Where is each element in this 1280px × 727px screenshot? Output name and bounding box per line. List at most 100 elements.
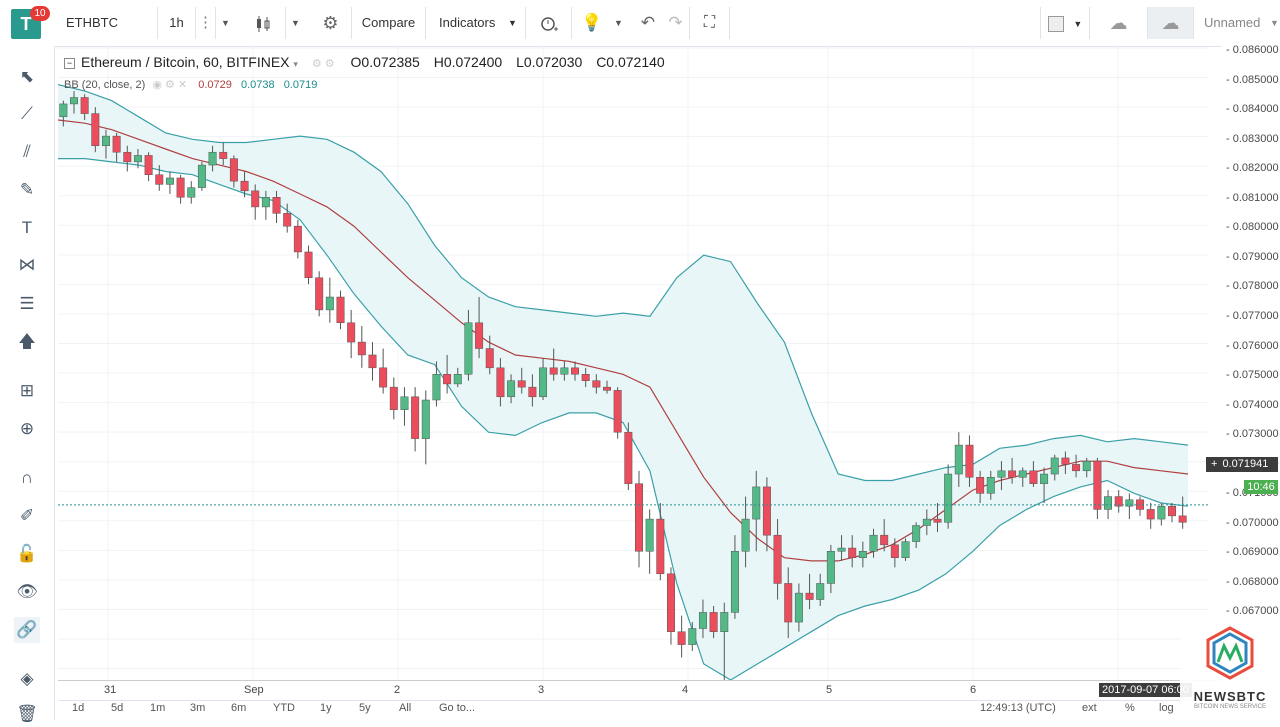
zoom-icon[interactable]: ⊕ <box>14 416 40 442</box>
magnet-icon[interactable]: ∩ <box>14 465 40 491</box>
candle-body <box>709 612 718 632</box>
range-1y[interactable]: 1y <box>320 702 332 714</box>
pencil-lock-icon[interactable]: ✐ <box>14 503 40 529</box>
measure-icon[interactable]: ⊞ <box>14 378 40 404</box>
price-tick: - 0.078000 <box>1226 280 1279 293</box>
range-1d[interactable]: 1d <box>72 702 84 714</box>
cloud-load-icon[interactable]: ☁ <box>1090 7 1148 39</box>
range-6m[interactable]: 6m <box>231 702 246 714</box>
price-tick: - 0.070000 <box>1226 516 1279 529</box>
range-1m[interactable]: 1m <box>150 702 165 714</box>
layout-name-chevron-icon: ▼ <box>1270 18 1279 28</box>
candle-body <box>773 534 782 584</box>
pitchfork-icon[interactable]: ⫽ <box>14 139 40 165</box>
bb-basis-value: 0.0729 <box>198 79 232 91</box>
layers-icon[interactable]: ◈ <box>14 666 40 692</box>
price-tick: - 0.073000 <box>1226 428 1279 441</box>
layout-grid-button[interactable]: ▼ <box>1040 7 1090 39</box>
bb-band-fill <box>58 84 1188 680</box>
lock-icon[interactable]: 🔓 <box>14 541 40 567</box>
fullscreen-icon[interactable]: ⛶ <box>690 7 730 39</box>
candle-body <box>805 592 814 600</box>
candle-body <box>549 367 558 375</box>
candle-body <box>890 544 899 558</box>
candle-body <box>954 444 963 475</box>
bb-controls-icon[interactable]: ◉ ⚙ ✕ <box>152 79 187 91</box>
range-5y[interactable]: 5y <box>359 702 371 714</box>
time-axis[interactable] <box>58 680 1222 701</box>
open-value: O0.072385 <box>350 54 420 70</box>
cursor-icon[interactable]: ⬉ <box>14 64 40 90</box>
link-icon[interactable]: 🔗 <box>14 617 40 643</box>
trash-icon[interactable]: 🗑 <box>14 701 40 727</box>
candle-body <box>325 296 334 311</box>
candle-body <box>80 97 89 114</box>
chart-style-button[interactable] <box>240 7 286 39</box>
redo-icon[interactable]: ↷ <box>662 7 690 39</box>
interval-selector[interactable]: 1h <box>158 7 196 39</box>
bb-label[interactable]: BB (20, close, 2) <box>64 79 145 91</box>
candle-body <box>816 583 825 600</box>
chart-style-chevron-icon[interactable]: ▼ <box>291 7 300 39</box>
lightbulb-icon[interactable]: 💡 <box>578 7 606 39</box>
candle-body <box>901 541 910 558</box>
brush-icon[interactable]: ✎ <box>14 177 40 203</box>
legend-collapse-icon[interactable]: − <box>64 57 75 69</box>
candle-body <box>976 476 985 494</box>
fib-icon[interactable]: ☰ <box>14 291 40 317</box>
candle-body <box>858 551 867 558</box>
indicators-chevron-icon: ▼ <box>508 18 517 28</box>
interval-chevron-down-icon[interactable]: ▼ <box>221 7 230 39</box>
candle-body <box>91 113 100 147</box>
text-icon[interactable]: T <box>14 215 40 241</box>
time-tick: 4 <box>682 684 689 696</box>
symbol-search[interactable]: ETHBTC <box>58 7 158 39</box>
range-all[interactable]: All <box>399 702 411 714</box>
symbol-title[interactable]: Ethereum / Bitcoin, 60, BITFINEX <box>81 54 290 70</box>
more-intervals-icon[interactable]: ⋮ <box>196 7 216 39</box>
settings-gear-icon[interactable]: ⚙ <box>310 7 352 39</box>
price-tick: - 0.069000 <box>1226 546 1279 559</box>
compare-label: Compare <box>361 15 416 30</box>
price-plus-icon[interactable]: + <box>1206 458 1222 470</box>
candle-body <box>123 151 132 163</box>
goto-button[interactable]: Go to... <box>439 702 475 714</box>
candle-body <box>133 155 142 163</box>
legend-settings-icon[interactable]: ⚙ ⚙ <box>312 58 335 70</box>
candle-body <box>432 374 441 401</box>
log-toggle[interactable]: log <box>1159 702 1174 714</box>
cloud-save-icon[interactable]: ☁ <box>1148 7 1194 39</box>
candle-body <box>400 396 409 410</box>
range-5d[interactable]: 5d <box>111 702 123 714</box>
range-3m[interactable]: 3m <box>190 702 205 714</box>
ideas-chevron-icon[interactable]: ▼ <box>614 7 623 39</box>
candle-body <box>197 164 206 188</box>
close-value: C0.072140 <box>596 54 665 70</box>
price-tick: - 0.086000 <box>1226 44 1279 56</box>
time-tick: 3 <box>538 684 545 696</box>
ext-toggle[interactable]: ext <box>1082 702 1097 714</box>
utc-clock[interactable]: 12:49:13 (UTC) <box>980 702 1056 714</box>
price-chart[interactable] <box>58 46 1208 680</box>
compare-button[interactable]: Compare <box>352 7 426 39</box>
candle-body <box>698 612 707 629</box>
percent-toggle[interactable]: % <box>1125 702 1135 714</box>
alert-button[interactable] <box>526 7 572 39</box>
crosshair-date-label: 2017-09-07 06:00 <box>1099 683 1192 697</box>
candle-body <box>912 525 921 542</box>
eye-icon[interactable]: 👁 <box>14 579 40 605</box>
candle-body <box>336 296 345 324</box>
price-axis[interactable]: - 0.086000 - 0.085000 - 0.084000 - 0.083000… <box>1222 44 1280 680</box>
pattern-icon[interactable]: ⋈ <box>14 252 40 278</box>
candle-body <box>656 518 665 575</box>
arrow-up-icon[interactable]: 🡅 <box>14 329 40 355</box>
indicators-button[interactable]: Indicators ▼ <box>426 7 526 39</box>
newsbtc-brand: NEWSBTC <box>1193 689 1267 704</box>
layout-name-button[interactable]: Unnamed ▼ <box>1194 7 1280 39</box>
trendline-icon[interactable]: ⟋ <box>14 101 40 127</box>
undo-icon[interactable]: ↶ <box>634 7 662 39</box>
candle-body <box>560 367 569 375</box>
notification-badge[interactable]: 10 <box>30 6 50 21</box>
legend-chevron-icon[interactable]: ▾ <box>293 59 298 69</box>
range-ytd[interactable]: YTD <box>273 702 295 714</box>
